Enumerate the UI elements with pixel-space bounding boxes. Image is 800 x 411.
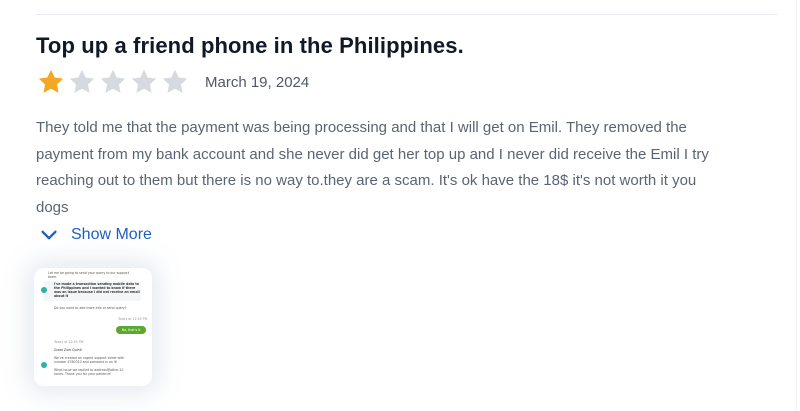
bot-avatar: [41, 287, 47, 293]
chat-reply-bubble: No, that's it: [116, 326, 146, 334]
chat-timestamp: Today at 12:45 PM: [54, 340, 84, 344]
review-body-line: reaching out to them but there is no way…: [36, 172, 697, 189]
review-body-line: payment from my bank account and she nev…: [36, 145, 709, 163]
star-empty-icon: [131, 69, 157, 93]
review-title: Top up a friend phone in the Philippines…: [36, 33, 464, 58]
rating-row: March 19, 2024: [36, 67, 309, 97]
top-divider: [36, 14, 778, 15]
review-body: They told me that the payment was being …: [36, 115, 772, 221]
chat-text: Great Zurk Quint!: [54, 348, 83, 352]
show-more-label: Show More: [71, 226, 152, 243]
chat-text: hours. Thank you for your patience!: [54, 372, 112, 376]
review-date: March 19, 2024: [205, 73, 310, 91]
chat-timestamp: Today at 12:45 PM: [118, 317, 148, 321]
chat-screenshot: Let me be going to send your query to ou…: [34, 268, 152, 386]
review-body-line: They told me that the payment was being …: [36, 119, 687, 136]
chat-text: team.: [48, 275, 58, 279]
chevron-down-icon: [41, 230, 57, 240]
star-rating: [36, 67, 191, 97]
star-empty-icon: [69, 69, 95, 93]
chat-text: number 4780310 and someone is on it!: [54, 360, 118, 364]
chat-text: Let me be going to send your query to ou…: [48, 271, 129, 275]
bot-avatar: [41, 362, 47, 368]
review-body-line: dogs: [36, 198, 69, 216]
attachment-thumbnail[interactable]: Let me be going to send your query to ou…: [34, 268, 152, 386]
star-filled-icon: [38, 69, 64, 93]
chat-text: Do you want to add more info or send que…: [54, 306, 127, 310]
chat-text: about it: [54, 294, 69, 298]
star-empty-icon: [100, 69, 126, 93]
show-more-button[interactable]: Show More: [36, 224, 152, 246]
star-empty-icon: [162, 69, 188, 93]
right-divider: [796, 0, 797, 411]
